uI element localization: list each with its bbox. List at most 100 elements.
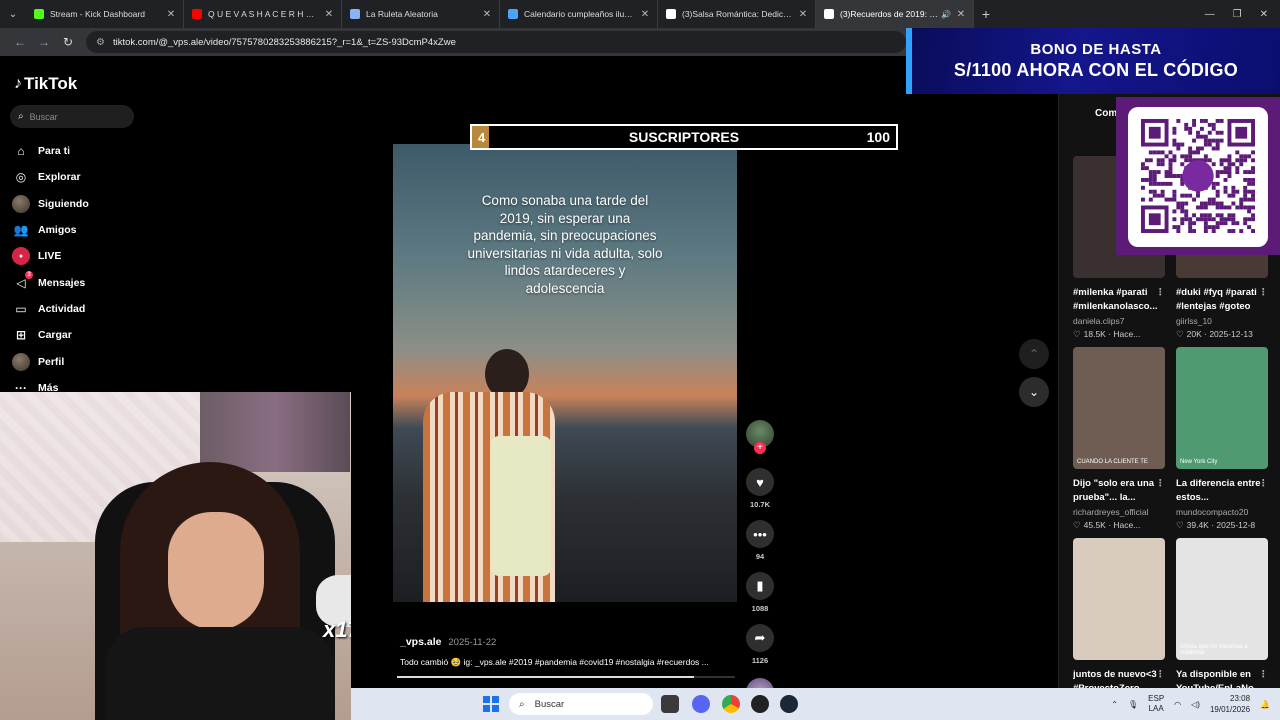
video-author[interactable]: _vps.ale 2025-11-22 — [400, 636, 496, 648]
reload-icon[interactable]: ↻ — [56, 35, 80, 49]
restore-icon[interactable]: ❐ — [1233, 9, 1242, 20]
obs-icon[interactable] — [751, 695, 769, 713]
windows-taskbar: ⌕ Buscar ⌃ 🎙 ESP LAA ◠ ◁) 23:08 19/01/20… — [351, 688, 1280, 720]
tab-search-icon[interactable]: ⌄ — [0, 0, 26, 28]
card-title[interactable]: Dijo "solo era una prueba"... la... ⋮ — [1073, 477, 1165, 504]
video-card[interactable]: New York City La diferencia entre estos..… — [1176, 347, 1268, 531]
more-options-icon[interactable]: ⋮ — [1259, 668, 1269, 682]
qr-module — [1243, 205, 1248, 210]
taskbar-search-placeholder: Buscar — [534, 698, 565, 710]
new-tab-button[interactable]: + — [974, 6, 998, 22]
qr-module — [1176, 146, 1181, 151]
tab-close-icon[interactable]: ✕ — [165, 9, 177, 20]
card-username[interactable]: daniela.clips7 — [1073, 316, 1165, 326]
volume-icon[interactable]: ◁) — [1191, 700, 1200, 709]
sidebar-item-0[interactable]: ⌂ Para ti — [12, 138, 152, 164]
sidebar-item-5[interactable]: ◁ 3 Mensajes — [12, 269, 152, 295]
task-view-icon[interactable] — [661, 695, 679, 713]
previous-video-chevron-up-icon[interactable]: ⌃ — [1019, 339, 1049, 369]
comment-icon[interactable]: ••• — [746, 520, 774, 548]
qr-module — [1156, 158, 1161, 163]
tab-favicon-icon — [350, 9, 360, 19]
sidebar-item-1[interactable]: ◎ Explorar — [12, 164, 152, 190]
taskbar-search-input[interactable]: ⌕ Buscar — [509, 693, 653, 715]
tab-audio-icon[interactable]: 🔊 — [941, 10, 951, 19]
sidebar-item-3[interactable]: 👥 Amigos — [12, 217, 152, 243]
tab-close-icon[interactable]: ✕ — [955, 9, 967, 20]
card-title[interactable]: #milenka #parati #milenkanolasco... ⋮ — [1073, 286, 1165, 313]
tray-chevron-up-icon[interactable]: ⌃ — [1111, 700, 1118, 709]
follow-plus-icon[interactable]: + — [754, 442, 766, 454]
site-info-icon[interactable]: ⚙ — [96, 37, 105, 48]
url-field[interactable]: ⚙ tiktok.com/@_vps.ale/video/75757802832… — [86, 31, 906, 53]
video-thumbnail[interactable]: CUANDO LA CLIENTE TE — [1073, 347, 1165, 469]
more-options-icon[interactable]: ⋮ — [1259, 286, 1269, 300]
chrome-icon[interactable] — [722, 695, 740, 713]
sidebar-item-6[interactable]: ▭ Actividad — [12, 296, 152, 322]
tab-4[interactable]: (3)Salsa Romántica: Dedica Tu ✕ — [658, 0, 816, 28]
discord-icon[interactable] — [692, 695, 710, 713]
close-window-icon[interactable]: ✕ — [1260, 9, 1268, 20]
qr-module — [1160, 150, 1165, 155]
share-icon[interactable]: ➦ — [746, 624, 774, 652]
sidebar-item-4[interactable]: ● LIVE — [12, 243, 152, 269]
tab-close-icon[interactable]: ✕ — [481, 9, 493, 20]
video-thumbnail[interactable]: New York City — [1176, 347, 1268, 469]
back-icon[interactable]: ← — [8, 35, 32, 49]
video-player[interactable]: Como sonaba una tarde del 2019, sin espe… — [393, 144, 737, 602]
tab-close-icon[interactable]: ✕ — [639, 9, 651, 20]
tab-3[interactable]: Calendario cumpleaños ilustrad ✕ — [500, 0, 658, 28]
video-card[interactable]: juntos de nuevo<3 #ProyectoZero...⋮xkare… — [1073, 538, 1165, 708]
qr-module — [1211, 217, 1216, 222]
more-options-icon[interactable]: ⋮ — [1156, 286, 1166, 300]
steam-icon[interactable] — [780, 695, 798, 713]
like-icon[interactable]: ♥ — [746, 468, 774, 496]
windows-start-icon[interactable] — [483, 696, 499, 712]
video-description[interactable]: Todo cambió 🥹 ig: _vps.ale #2019 #pandem… — [400, 657, 730, 668]
card-username[interactable]: giirlss_10 — [1176, 316, 1268, 326]
microphone-icon[interactable]: 🎙 — [1128, 700, 1138, 709]
sidebar-item-8[interactable]: Perfil — [12, 348, 152, 374]
sidebar-item-2[interactable]: Siguiendo — [12, 191, 152, 217]
qr-module — [1156, 150, 1161, 155]
minimize-icon[interactable]: — — [1205, 9, 1215, 20]
next-video-chevron-down-icon[interactable]: ⌄ — [1019, 377, 1049, 407]
card-username[interactable]: mundocompacto20 — [1176, 507, 1268, 517]
more-options-icon[interactable]: ⋮ — [1259, 477, 1269, 491]
qr-module — [1227, 193, 1232, 198]
card-title[interactable]: #duki #fyq #parati #lentejas #goteo ⋮ — [1176, 286, 1268, 313]
qr-module — [1176, 205, 1181, 210]
tab-1[interactable]: Q U E V A S H A C E R H O Y ? ✕ — [184, 0, 342, 28]
bookmark-icon[interactable]: ▮ — [746, 572, 774, 600]
language-indicator[interactable]: ESP LAA — [1148, 694, 1164, 714]
tab-0[interactable]: Stream - Kick Dashboard ✕ — [26, 0, 184, 28]
more-options-icon[interactable]: ⋮ — [1156, 477, 1166, 491]
video-card[interactable]: CUANDO LA CLIENTE TE Dijo "solo era una p… — [1073, 347, 1165, 531]
tab-5[interactable]: (3)Recuerdos de 2019: Nost 🔊 ✕ — [816, 0, 974, 28]
wifi-icon[interactable]: ◠ — [1174, 700, 1181, 709]
notification-bell-icon[interactable]: 🔔 — [1260, 700, 1270, 709]
card-username[interactable]: richardreyes_official — [1073, 507, 1165, 517]
video-thumbnail[interactable]: Artista que no volverías a colaborar — [1176, 538, 1268, 660]
tab-2[interactable]: La Ruleta Aleatoria ✕ — [342, 0, 500, 28]
tab-close-icon[interactable]: ✕ — [323, 9, 335, 20]
qr-module — [1172, 189, 1177, 194]
card-title-text: #milenka #parati #milenkanolasco... — [1073, 287, 1158, 312]
qr-module — [1251, 197, 1255, 202]
qr-module — [1215, 221, 1220, 226]
more-options-icon[interactable]: ⋮ — [1156, 668, 1166, 682]
search-input[interactable]: ⌕ Buscar — [10, 105, 134, 128]
author-name[interactable]: _vps.ale — [400, 636, 441, 648]
qr-module — [1211, 229, 1216, 233]
tiktok-logo[interactable]: ♪ TikTok — [14, 74, 77, 94]
video-progress-bar[interactable] — [397, 676, 735, 678]
qr-module — [1219, 205, 1224, 210]
card-title[interactable]: La diferencia entre estos... ⋮ — [1176, 477, 1268, 504]
video-thumbnail[interactable] — [1073, 538, 1165, 660]
tab-close-icon[interactable]: ✕ — [797, 9, 809, 20]
clock[interactable]: 23:08 19/01/2026 — [1210, 693, 1250, 715]
video-card[interactable]: Artista que no volverías a colaborar Ya d… — [1176, 538, 1268, 708]
forward-icon[interactable]: → — [32, 35, 56, 49]
sidebar-item-7[interactable]: ⊞ Cargar — [12, 322, 152, 348]
creator-avatar[interactable]: + — [746, 420, 774, 454]
